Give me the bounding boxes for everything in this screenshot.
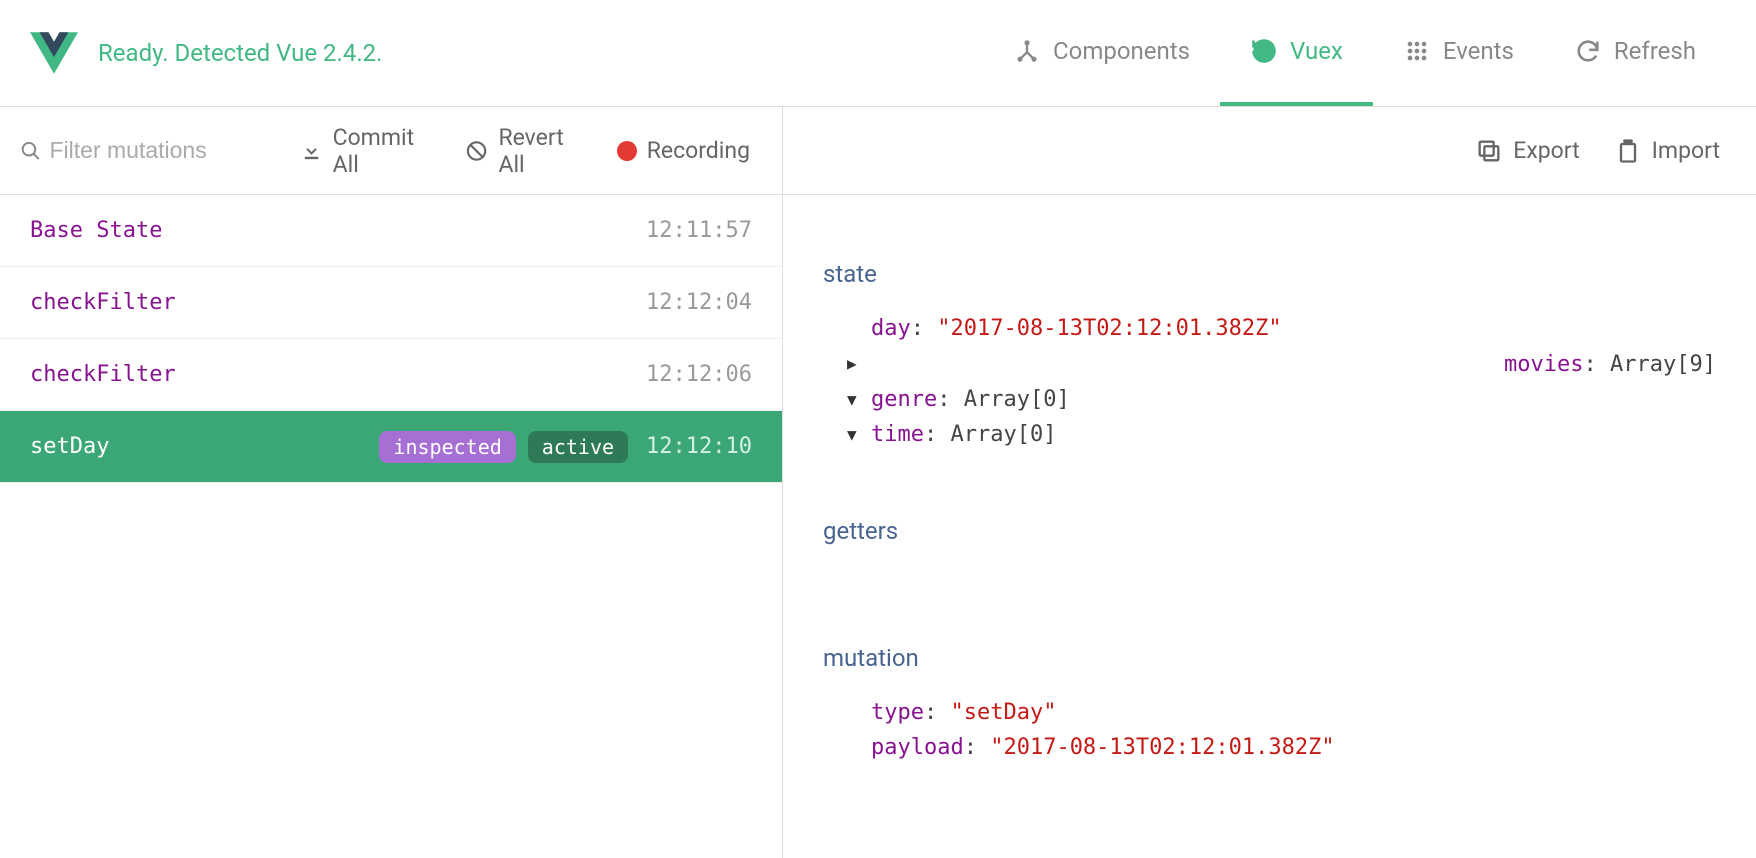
tabs: Components Vuex Events Refresh bbox=[983, 0, 1726, 106]
import-label: Import bbox=[1652, 137, 1720, 164]
tab-label: Refresh bbox=[1614, 37, 1696, 65]
refresh-icon bbox=[1574, 37, 1602, 65]
mutation-time: 12:12:06 bbox=[646, 362, 752, 387]
export-label: Export bbox=[1513, 137, 1579, 164]
kv-value: Array[0] bbox=[950, 417, 1056, 452]
section-getters: getters bbox=[823, 512, 1716, 550]
mutation-row[interactable]: checkFilter 12:12:06 bbox=[0, 339, 782, 411]
tab-events[interactable]: Events bbox=[1373, 0, 1544, 106]
export-button[interactable]: Export bbox=[1463, 137, 1591, 165]
kv-key: payload bbox=[871, 730, 964, 765]
mutation-time: 12:12:10 bbox=[646, 434, 752, 459]
tab-label: Vuex bbox=[1290, 37, 1343, 65]
left-toolbar: Commit All Revert All Recording bbox=[0, 107, 782, 195]
kv-value: "2017-08-13T02:12:01.382Z" bbox=[937, 311, 1281, 346]
kv-value: "setDay" bbox=[950, 695, 1056, 730]
tab-label: Events bbox=[1443, 37, 1514, 65]
collapse-arrow-icon[interactable] bbox=[847, 422, 865, 448]
tab-vuex[interactable]: Vuex bbox=[1220, 0, 1373, 106]
kv-key: genre bbox=[871, 382, 937, 417]
mutation-type[interactable]: type: "setDay" bbox=[847, 695, 1716, 730]
revert-icon bbox=[465, 138, 488, 164]
download-icon bbox=[300, 138, 323, 164]
mutation-time: 12:11:57 bbox=[646, 218, 752, 243]
kv-key: time bbox=[871, 417, 924, 452]
mutation-block: type: "setDay" payload: "2017-08-13T02:1… bbox=[823, 695, 1716, 765]
mutation-list: Base State 12:11:57 checkFilter 12:12:04… bbox=[0, 195, 782, 858]
mutation-row[interactable]: setDay inspected active 12:12:10 bbox=[0, 411, 782, 483]
recording-toggle[interactable]: Recording bbox=[605, 137, 762, 164]
import-button[interactable]: Import bbox=[1602, 137, 1732, 165]
state-genre[interactable]: genre: Array[0] bbox=[847, 382, 1716, 417]
badge-active: active bbox=[528, 431, 628, 463]
state-movies[interactable]: movies: Array[9] bbox=[847, 347, 1716, 382]
main: Commit All Revert All Recording Base Sta… bbox=[0, 107, 1756, 858]
revert-all-label: Revert All bbox=[498, 124, 584, 178]
kv-key: type bbox=[871, 695, 924, 730]
filter-input[interactable] bbox=[50, 137, 280, 164]
header: Ready. Detected Vue 2.4.2. Components Vu… bbox=[0, 0, 1756, 107]
record-icon bbox=[617, 141, 637, 161]
state-day[interactable]: day: "2017-08-13T02:12:01.382Z" bbox=[847, 311, 1716, 346]
mutation-row[interactable]: checkFilter 12:12:04 bbox=[0, 267, 782, 339]
mutation-time: 12:12:04 bbox=[646, 290, 752, 315]
section-mutation: mutation bbox=[823, 639, 1716, 677]
mutation-row-right: inspected active 12:12:10 bbox=[379, 431, 752, 463]
import-icon bbox=[1614, 137, 1642, 165]
search-icon bbox=[20, 139, 42, 163]
right-pane: Export Import state day: "2017-08-13T02:… bbox=[783, 107, 1756, 858]
mutation-name: Base State bbox=[30, 218, 162, 243]
history-icon bbox=[1250, 37, 1278, 65]
events-icon bbox=[1403, 37, 1431, 65]
mutation-badges: inspected active bbox=[379, 431, 628, 463]
mutation-name: checkFilter bbox=[30, 362, 176, 387]
mutation-payload[interactable]: payload: "2017-08-13T02:12:01.382Z" bbox=[847, 730, 1716, 765]
commit-all-button[interactable]: Commit All bbox=[288, 124, 446, 178]
kv-value: Array[9] bbox=[1610, 347, 1716, 382]
state-time[interactable]: time: Array[0] bbox=[847, 417, 1716, 452]
kv-value: "2017-08-13T02:12:01.382Z" bbox=[990, 730, 1334, 765]
kv-key: movies bbox=[1504, 347, 1583, 382]
recording-label: Recording bbox=[647, 137, 750, 164]
vue-logo bbox=[30, 29, 78, 77]
right-toolbar: Export Import bbox=[783, 107, 1756, 195]
tab-refresh[interactable]: Refresh bbox=[1544, 0, 1726, 106]
section-state: state bbox=[823, 255, 1716, 293]
kv-value: Array[0] bbox=[964, 382, 1070, 417]
mutation-row[interactable]: Base State 12:11:57 bbox=[0, 195, 782, 267]
kv-key: day bbox=[871, 311, 911, 346]
revert-all-button[interactable]: Revert All bbox=[453, 124, 596, 178]
expand-arrow-icon[interactable] bbox=[847, 351, 1498, 377]
inspector: state day: "2017-08-13T02:12:01.382Z" mo… bbox=[783, 195, 1756, 805]
tab-label: Components bbox=[1053, 37, 1190, 65]
components-icon bbox=[1013, 37, 1041, 65]
commit-all-label: Commit All bbox=[333, 124, 434, 178]
mutation-name: setDay bbox=[30, 434, 109, 459]
status-text: Ready. Detected Vue 2.4.2. bbox=[98, 39, 983, 67]
tab-components[interactable]: Components bbox=[983, 0, 1220, 106]
export-icon bbox=[1475, 137, 1503, 165]
mutation-name: checkFilter bbox=[30, 290, 176, 315]
state-block: day: "2017-08-13T02:12:01.382Z" movies: … bbox=[823, 311, 1716, 452]
collapse-arrow-icon[interactable] bbox=[847, 387, 865, 413]
left-pane: Commit All Revert All Recording Base Sta… bbox=[0, 107, 783, 858]
badge-inspected: inspected bbox=[379, 431, 515, 463]
